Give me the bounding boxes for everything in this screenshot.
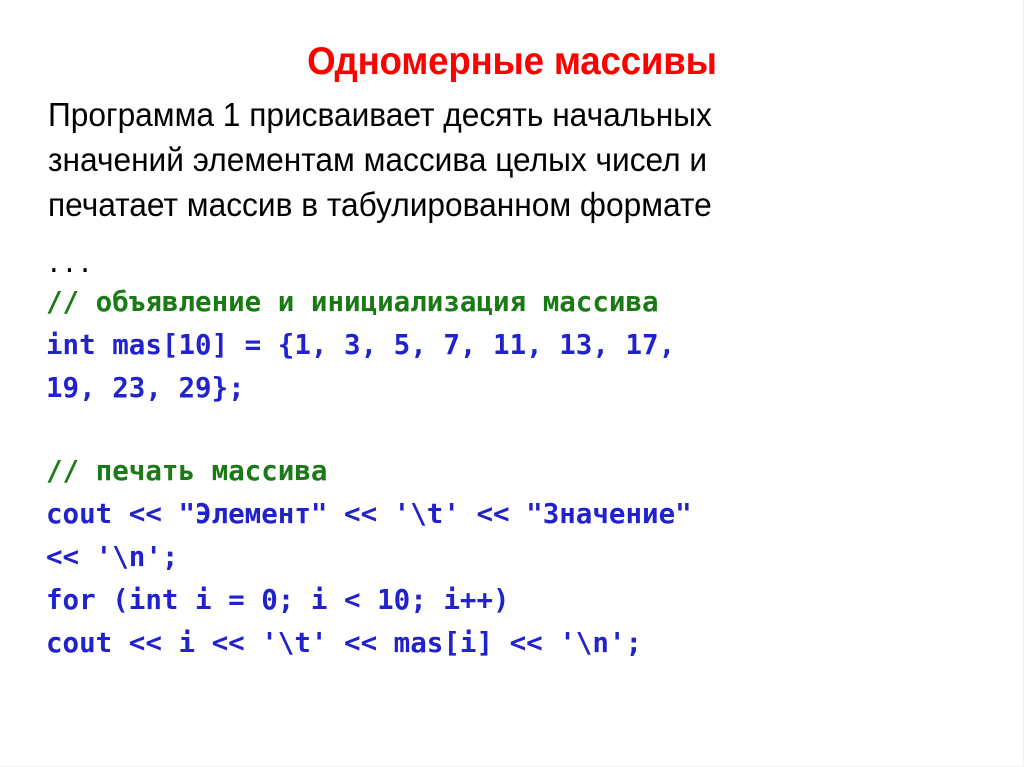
description-paragraph: Программа 1 присваивает десять начальных…	[48, 92, 948, 227]
page-title: Одномерные массивы	[307, 40, 717, 84]
code-line-for-loop: for (int i = 0; i < 10; i++)	[46, 584, 510, 616]
code-line-cout-body: cout << i << '\t' << mas[i] << '\n';	[46, 627, 643, 659]
code-listing: ... // объявление и инициализация массив…	[46, 247, 1006, 665]
code-line-array-values-cont: 19, 23, 29};	[46, 372, 245, 404]
code-line-comment-print: // печать массива	[46, 455, 328, 487]
slide-canvas: Одномерные массивы Программа 1 присваива…	[0, 0, 1024, 767]
code-line-array-declaration: int mas[10] = {1, 3, 5, 7, 11, 13, 17,	[46, 329, 676, 361]
description-line: печатает массив в табулированном формате	[48, 186, 712, 223]
description-line: значений элементам массива целых чисел и	[48, 141, 708, 178]
code-line-cout-header: cout << "Элемент" << '\t' << "Значение"	[46, 498, 692, 530]
code-line-ellipsis: ...	[46, 249, 93, 279]
code-line-cout-newline: << '\n';	[46, 541, 179, 573]
code-line-comment-declare: // объявление и инициализация массива	[46, 286, 659, 318]
description-line: Программа 1 присваивает десять начальных	[48, 96, 712, 133]
